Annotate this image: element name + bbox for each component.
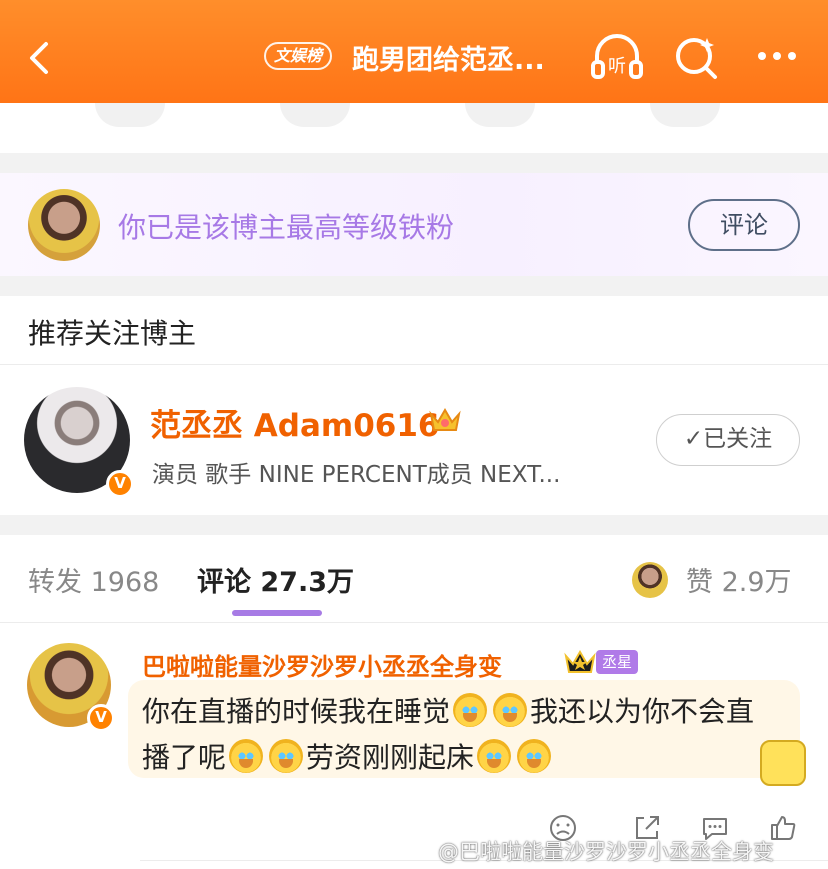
blogger-description: 演员 歌手 NINE PERCENT成员 NEXT... (152, 462, 561, 488)
blogger-name[interactable]: 范丞丞 Adam0616 (150, 400, 439, 445)
tab-like[interactable]: 赞 2.9万 (686, 560, 792, 599)
crying-emoji-icon (477, 739, 512, 773)
tab-forward[interactable]: 转发 1968 (28, 560, 159, 599)
weibo-watermark: @巴啦啦能量沙罗沙罗小丞丞全身变 (438, 840, 774, 864)
comment-part-1: 你在直播的时候我在睡觉 (142, 695, 451, 728)
listen-icon[interactable]: 听 (590, 34, 644, 82)
crown-icon (429, 408, 461, 431)
crying-emoji-icon (517, 739, 552, 773)
tab-comment[interactable]: 评论 27.3万 (197, 560, 354, 599)
verified-badge-icon: V (87, 704, 115, 732)
active-tab-indicator (232, 610, 322, 616)
comment-part-3: 劳资刚刚起床 (306, 741, 475, 774)
fan-status-text: 你已是该博主最高等级铁粉 (118, 211, 455, 244)
comment-text: 你在直播的时候我在睡觉 我还以为你不会直播了呢 劳资刚刚起床 (142, 689, 782, 781)
divider (0, 364, 828, 365)
section-gap (0, 276, 828, 296)
section-gap (0, 515, 828, 535)
section-gap (0, 153, 828, 173)
fan-badge: 丞星 (596, 650, 639, 674)
comment-button[interactable]: 评论 (688, 199, 800, 251)
commenter-name[interactable]: 巴啦啦能量沙罗沙罗小丞丞全身变 (142, 647, 502, 682)
sparkle-search-icon[interactable] (670, 34, 724, 82)
crying-emoji-icon (229, 739, 264, 773)
top-header: 文娱榜 跑男团给范丞... 听 (0, 0, 828, 103)
divider (0, 622, 828, 623)
user-avatar[interactable] (28, 189, 100, 261)
page-title: 跑男团给范丞... (352, 45, 545, 76)
svg-text:听: 听 (608, 56, 626, 77)
crown-icon (564, 650, 596, 673)
back-arrow-icon[interactable] (22, 38, 62, 78)
hot-list-tag[interactable]: 文娱榜 (264, 42, 333, 70)
check-icon: ✓ (683, 426, 704, 452)
spongebob-sticker-icon (760, 740, 806, 786)
crying-emoji-icon (493, 693, 528, 727)
more-icon[interactable] (750, 34, 804, 82)
following-button[interactable]: ✓已关注 (656, 414, 800, 466)
verified-badge-icon: V (106, 470, 134, 498)
crying-emoji-icon (269, 739, 304, 773)
recommend-title: 推荐关注博主 (28, 317, 197, 350)
following-label: 已关注 (703, 426, 773, 452)
crying-emoji-icon (453, 693, 488, 727)
like-avatar (632, 562, 668, 598)
